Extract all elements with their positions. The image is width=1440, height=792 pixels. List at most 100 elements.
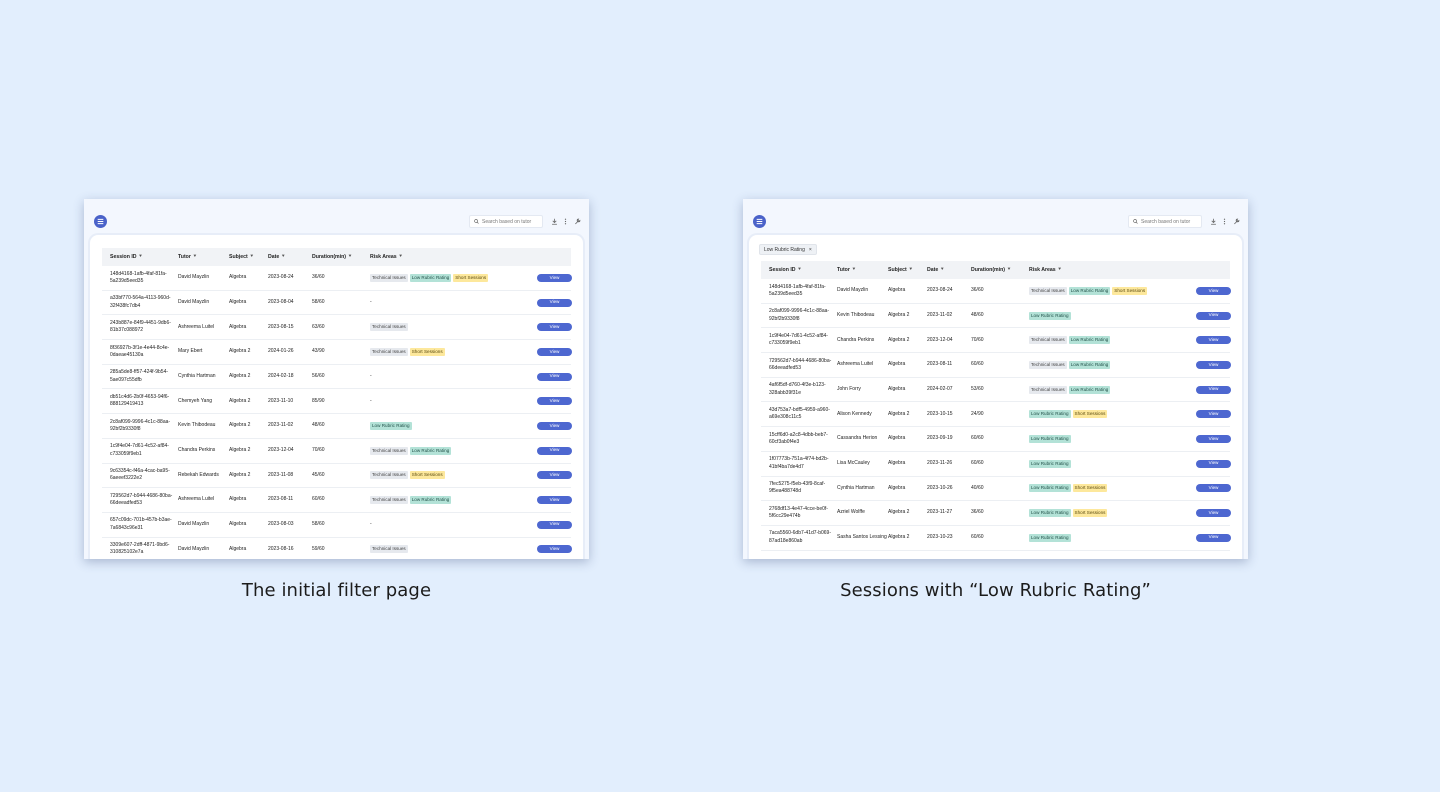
table-row: 15cff6d0-a2c8-4dbb-beb7-60cf3ab0f4e3 Cass… [761,427,1231,452]
view-button[interactable]: View [1196,434,1231,443]
column-header-label: Subject [229,254,248,260]
settings-button[interactable] [573,216,581,226]
settings-button[interactable] [1232,216,1240,226]
column-header-session-id[interactable]: Session ID ⯆ [110,248,143,266]
column-header-risk-areas[interactable]: Risk Areas ⯆ [1029,261,1062,279]
view-button[interactable]: View [1196,385,1231,394]
search-input[interactable]: Search based on tutor [1128,215,1202,228]
initial-filter-screenshot: Search based on tutor Session ID ⯆ Tutor ⯆ S… [84,199,589,559]
column-header-subject[interactable]: Subject ⯆ [888,261,913,279]
sort-icon[interactable]: ⯆ [281,254,285,260]
view-button[interactable]: View [537,347,572,356]
cell-subject: Algebra 2 [229,372,251,379]
view-button[interactable]: View [1196,509,1231,518]
menu-button[interactable] [753,215,766,228]
column-header-subject[interactable]: Subject ⯆ [229,248,254,266]
cell-action: View [1196,304,1231,328]
table-header: Session ID ⯆ Tutor ⯆ Subject ⯆ Date ⯆ Duration(m… [761,261,1230,279]
view-button[interactable]: View [1196,484,1231,493]
view-button[interactable]: View [537,323,572,332]
sort-icon[interactable]: ⯆ [399,254,403,260]
view-button[interactable]: View [537,397,572,406]
cell-subject: Algebra [229,496,247,503]
column-header-date[interactable]: Date ⯆ [927,261,944,279]
view-button[interactable]: View [1196,311,1231,320]
cell-risk-areas: Low Rubric Rating [1029,427,1189,451]
cell-duration: 36/60 [971,509,984,516]
download-button[interactable] [1209,216,1217,226]
view-button[interactable]: View [537,421,572,430]
column-header-risk-areas[interactable]: Risk Areas ⯆ [370,248,403,266]
cell-tutor: Mary Ebert [178,348,203,355]
view-button[interactable]: View [1196,286,1231,295]
column-header-date[interactable]: Date ⯆ [268,248,285,266]
sort-icon[interactable]: ⯆ [193,254,197,260]
cell-date: 2023-08-04 [268,298,294,305]
table-row: 1c9f4e04-7d61-4c52-af84-c733059f9eb1 Chan… [102,439,572,464]
view-button[interactable]: View [1196,459,1231,468]
column-header-tutor[interactable]: Tutor ⯆ [837,261,856,279]
view-button[interactable]: View [537,496,572,505]
table-row: 1f07773b-751a-4f74-bd2b-41bf4ba7de4d7 Lis… [761,452,1231,477]
sort-icon[interactable]: ⯆ [909,267,913,273]
search-placeholder: Search based on tutor [482,218,532,225]
view-button[interactable]: View [1196,410,1231,419]
sort-icon[interactable]: ⯆ [940,267,944,273]
view-button[interactable]: View [1196,533,1231,542]
tag-technical-issues: Technical Issues [370,323,408,332]
column-header-duration[interactable]: Duration(min) ⯆ [312,248,352,266]
view-button[interactable]: View [537,446,572,455]
sort-icon[interactable]: ⯆ [1007,267,1011,273]
view-button[interactable]: View [537,273,572,282]
cell-duration: 45/60 [312,471,325,478]
tag-technical-issues: Technical Issues [370,496,408,505]
sort-icon[interactable]: ⯆ [798,267,802,273]
column-header-session-id[interactable]: Session ID ⯆ [769,261,802,279]
more-button[interactable] [1220,216,1228,226]
sort-icon[interactable]: ⯆ [250,254,254,260]
cell-session-id: 4af6f5df-d760-4f3e-b123-328abb39f31e [769,382,826,396]
search-input[interactable]: Search based on tutor [469,215,543,228]
cell-subject: Algebra [229,521,247,528]
sort-icon[interactable]: ⯆ [139,254,143,260]
cell-duration: 43/90 [312,348,325,355]
cell-action: View [1196,526,1231,550]
sort-icon[interactable]: ⯆ [348,254,352,260]
view-button[interactable]: View [537,471,572,480]
sort-icon[interactable]: ⯆ [1058,267,1062,273]
download-button[interactable] [550,216,558,226]
cell-risk-areas: Technical Issues Low Rubric Rating [370,439,530,463]
filter-chip[interactable]: Low Rubric Rating × [759,244,817,255]
cell-risk-areas: Technical Issues Short Sessions [370,464,530,488]
column-header-tutor[interactable]: Tutor ⯆ [178,248,197,266]
cell-action: View [1196,427,1231,451]
cell-action: View [1196,477,1231,501]
close-icon[interactable]: × [809,247,812,253]
view-button[interactable]: View [537,298,572,307]
cell-action: View [537,291,572,315]
view-button[interactable]: View [1196,336,1231,345]
view-button[interactable]: View [537,545,572,554]
sessions-card: Session ID ⯆ Tutor ⯆ Subject ⯆ Date ⯆ Duration(m… [90,235,583,559]
cell-session-id: 285a5de8-ff57-424f-9b54-5ae097c55dfb [110,369,169,383]
cell-tutor: Cynthia Hartman [837,484,875,491]
cell-duration: 60/60 [971,460,984,467]
column-header-label: Duration(min) [971,267,1006,273]
table-row: 243b887e-84f9-4451-9db6-81b37c088972 Ashr… [102,315,572,341]
cell-risk-areas: Technical Issues [370,538,530,559]
view-button[interactable]: View [1196,360,1231,369]
column-header-label: Tutor [178,254,191,260]
column-header-duration[interactable]: Duration(min) ⯆ [971,261,1011,279]
view-button[interactable]: View [537,520,572,529]
menu-button[interactable] [94,215,107,228]
sort-icon[interactable]: ⯆ [852,267,856,273]
cell-subject: Algebra 2 [229,348,251,355]
more-button[interactable] [561,216,569,226]
cell-action: View [1196,279,1231,303]
view-button[interactable]: View [537,372,572,381]
cell-date: 2023-08-15 [268,323,294,330]
cell-tutor: Chandra Perkins [837,336,875,343]
wrench-icon [1233,218,1239,224]
cell-action: View [1196,501,1231,525]
column-header-label: Risk Areas [1029,267,1056,273]
